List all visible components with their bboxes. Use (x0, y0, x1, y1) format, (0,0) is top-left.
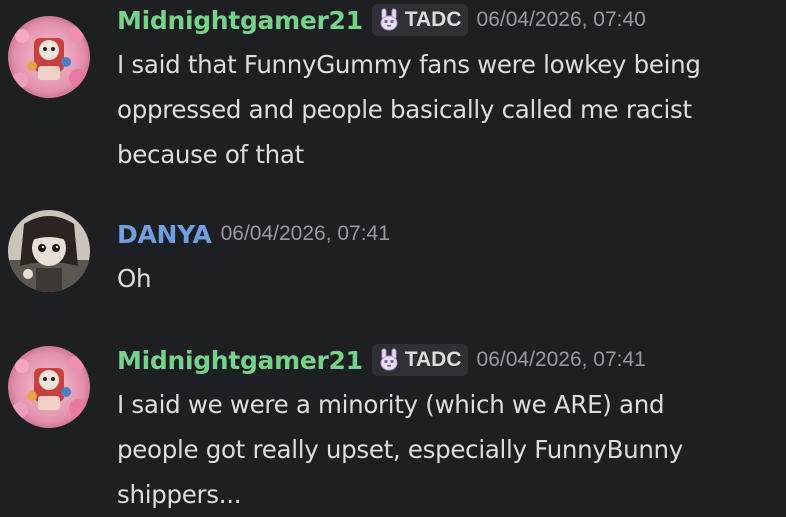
user-avatar[interactable] (8, 16, 90, 98)
guild-tag-label: TADC (404, 8, 462, 31)
message-line: Oh (117, 264, 152, 293)
guild-tag[interactable]: TADC (371, 344, 468, 376)
message-header: Midnightgamer21 TADC 06/04/2026, 07:40 (117, 0, 646, 40)
message-line: because of that (117, 140, 304, 169)
message-header: Midnightgamer21 TADC 06/04/2026, 07:41 (117, 340, 646, 380)
guild-tag-label: TADC (404, 348, 462, 371)
message-line: I said that FunnyGummy fans were lowkey … (117, 50, 701, 79)
timestamp[interactable]: 06/04/2026, 07:41 (477, 348, 646, 372)
user-avatar[interactable] (8, 346, 90, 428)
username[interactable]: Midnightgamer21 (117, 6, 363, 35)
message-line: oppressed and people basically called me… (117, 95, 692, 124)
timestamp[interactable]: 06/04/2026, 07:41 (221, 222, 390, 246)
message-line: shippers... (117, 480, 242, 509)
timestamp[interactable]: 06/04/2026, 07:40 (477, 8, 646, 32)
user-avatar[interactable] (8, 210, 90, 292)
message-line: people got really upset, especially Funn… (117, 435, 683, 464)
message-line: I said we were a minority (which we ARE)… (117, 390, 665, 419)
message-content: I said we were a minority (which we ARE)… (117, 382, 785, 517)
message-header: DANYA 06/04/2026, 07:41 (117, 214, 390, 254)
bunny-icon (377, 8, 401, 32)
guild-tag[interactable]: TADC (371, 4, 468, 36)
bunny-icon (377, 348, 401, 372)
username[interactable]: Midnightgamer21 (117, 346, 363, 375)
message-content: I said that FunnyGummy fans were lowkey … (117, 42, 785, 177)
message-content: Oh (117, 256, 785, 301)
username[interactable]: DANYA (117, 220, 212, 249)
